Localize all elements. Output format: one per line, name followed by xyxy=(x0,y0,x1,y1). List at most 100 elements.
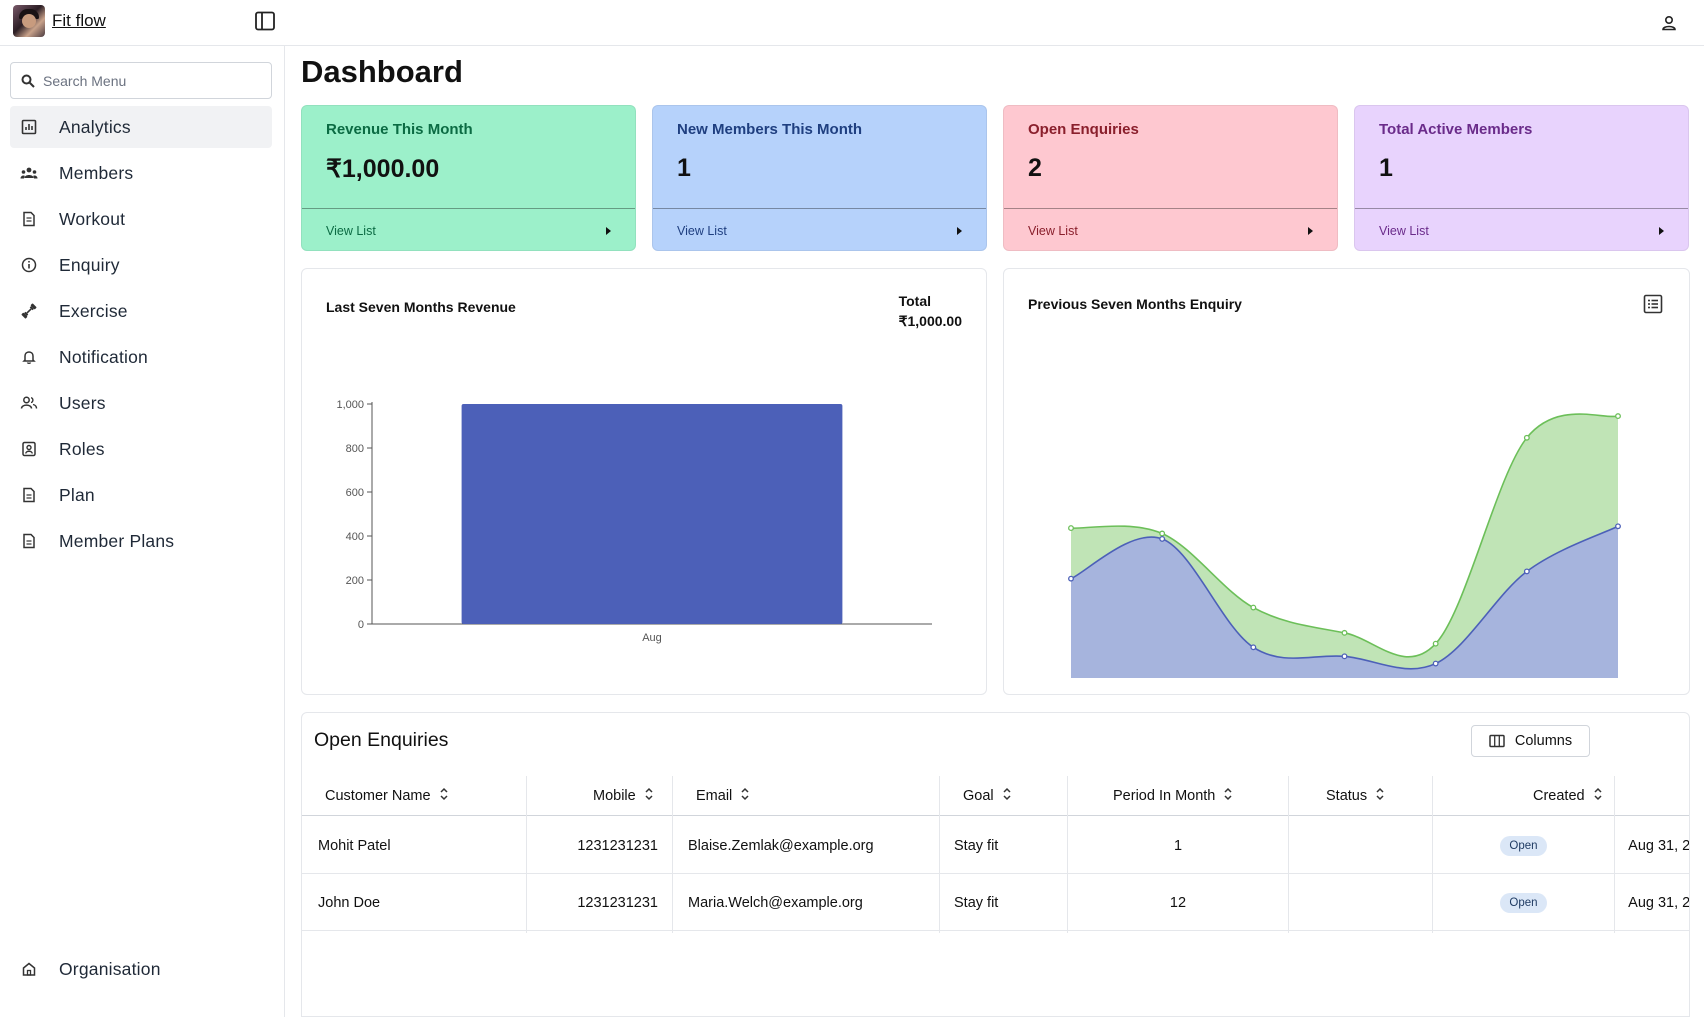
sidebar-item-label: Member Plans xyxy=(59,530,175,551)
data-point xyxy=(1159,535,1166,542)
cell-status: Open xyxy=(1433,817,1614,874)
cell-period: 1 xyxy=(1173,837,1183,854)
sidebar: Analytics Members Workout Enquiry Exerci… xyxy=(0,46,285,1017)
search-icon xyxy=(21,74,35,88)
card-title: New Members This Month xyxy=(677,121,863,138)
analytics-icon xyxy=(19,117,39,137)
sidebar-item-members[interactable]: Members xyxy=(10,152,272,194)
sidebar-item-organisation[interactable]: Organisation xyxy=(10,948,272,990)
data-point xyxy=(1068,575,1074,582)
sidebar-item-roles[interactable]: Roles xyxy=(10,428,272,470)
top-bar: Fit flow xyxy=(0,0,1704,46)
sort-icon[interactable] xyxy=(1375,787,1385,805)
sort-icon[interactable] xyxy=(644,787,654,805)
data-point xyxy=(1068,525,1074,532)
column-label: Customer Name xyxy=(325,788,431,804)
sidebar-item-users[interactable]: Users xyxy=(10,382,272,424)
cell-mobile: 1231231231 xyxy=(577,894,658,911)
data-point xyxy=(1341,629,1348,636)
cell-customer-name: Mohit Patel xyxy=(318,837,391,854)
columns-button[interactable]: Columns xyxy=(1471,725,1590,757)
col-email[interactable]: Email xyxy=(696,776,750,816)
main-content: Dashboard Revenue This Month ₹1,000.00 V… xyxy=(286,46,1704,1017)
col-customer-name[interactable]: Customer Name xyxy=(325,776,449,816)
col-status[interactable]: Status xyxy=(1326,776,1385,816)
card-value: 1 xyxy=(1379,154,1393,182)
data-point xyxy=(1250,644,1257,651)
col-created[interactable]: Created xyxy=(1533,776,1603,816)
data-point xyxy=(1615,523,1621,530)
data-point xyxy=(1615,413,1621,420)
view-list-link[interactable]: View List xyxy=(653,208,986,252)
view-list-link[interactable]: View List xyxy=(1355,208,1688,252)
view-list-link[interactable]: View List xyxy=(302,208,635,252)
sidebar-item-plan[interactable]: Plan xyxy=(10,474,272,516)
column-label: Period In Month xyxy=(1113,788,1216,804)
sort-icon[interactable] xyxy=(439,787,449,805)
data-point xyxy=(1523,568,1530,575)
sidebar-item-analytics[interactable]: Analytics xyxy=(10,106,272,148)
card-value: ₹1,000.00 xyxy=(326,155,440,183)
sidebar-item-label: Users xyxy=(59,392,106,413)
app-title-link[interactable]: Fit flow xyxy=(52,11,106,31)
sidebar-item-notification[interactable]: Notification xyxy=(10,336,272,378)
data-point xyxy=(1432,640,1439,647)
data-point xyxy=(1341,653,1348,660)
sidebar-item-label: Analytics xyxy=(59,116,131,137)
view-list-label: View List xyxy=(1379,223,1429,238)
sidebar-item-member-plans[interactable]: Member Plans xyxy=(10,520,272,562)
sidebar-item-label: Notification xyxy=(59,346,148,367)
card-title: Open Enquiries xyxy=(1028,121,1139,138)
view-list-link[interactable]: View List xyxy=(1004,208,1337,252)
user-account-icon[interactable] xyxy=(1658,12,1680,34)
active-members-card: Total Active Members 1 View List xyxy=(1354,105,1689,251)
y-tick-label: 1,000 xyxy=(336,399,364,411)
revenue-card: Revenue This Month ₹1,000.00 View List xyxy=(301,105,636,251)
cell-email: Blaise.Zemlak@example.org xyxy=(688,837,874,854)
y-tick-label: 800 xyxy=(346,443,364,455)
roles-icon xyxy=(19,439,39,459)
cell-created: Aug 31, 2024, 1:01:06 AM xyxy=(1628,894,1690,911)
table-header: Customer Name Mobile Email Goal Period I… xyxy=(302,776,1689,816)
col-period-in-month[interactable]: Period In Month xyxy=(1113,776,1233,816)
column-label: Mobile xyxy=(593,788,636,804)
table-row[interactable]: John Doe 1231231231 Maria.Welch@example.… xyxy=(302,874,1690,931)
user-avatar-logo[interactable] xyxy=(13,5,45,37)
caret-right-icon xyxy=(1308,226,1313,235)
sort-icon[interactable] xyxy=(1223,787,1233,805)
y-tick-label: 600 xyxy=(346,487,364,499)
table-row[interactable]: Mohit Patel 1231231231 Blaise.Zemlak@exa… xyxy=(302,817,1689,874)
sidebar-toggle-icon[interactable] xyxy=(254,10,276,32)
card-value: 2 xyxy=(1028,154,1042,182)
sort-icon[interactable] xyxy=(740,787,750,805)
sidebar-item-label: Enquiry xyxy=(59,254,120,275)
bell-icon xyxy=(19,347,39,367)
sort-icon[interactable] xyxy=(1593,787,1603,805)
page-title: Dashboard xyxy=(301,54,463,89)
cell-goal: Stay fit xyxy=(954,894,999,911)
search-menu[interactable] xyxy=(10,62,272,99)
open-enquiries-table: Open Enquiries Columns Customer Name Mob… xyxy=(301,712,1690,1017)
sidebar-item-workout[interactable]: Workout xyxy=(10,198,272,240)
card-value: 1 xyxy=(677,154,691,182)
enquiry-area-chart xyxy=(1068,413,1621,678)
sidebar-item-label: Organisation xyxy=(59,958,161,979)
data-point xyxy=(1523,434,1530,441)
document-icon xyxy=(19,485,39,505)
sort-icon[interactable] xyxy=(1002,787,1012,805)
sidebar-item-label: Plan xyxy=(59,484,95,505)
view-list-label: View List xyxy=(677,223,727,238)
sidebar-nav: Analytics Members Workout Enquiry Exerci… xyxy=(10,106,272,566)
col-mobile[interactable]: Mobile xyxy=(593,776,654,816)
y-tick-label: 400 xyxy=(346,531,364,543)
sidebar-item-enquiry[interactable]: Enquiry xyxy=(10,244,272,286)
sidebar-bottom: Organisation xyxy=(10,948,272,994)
caret-right-icon xyxy=(957,226,962,235)
table-title: Open Enquiries xyxy=(314,729,449,751)
y-tick-label: 200 xyxy=(346,575,364,587)
document-icon xyxy=(19,531,39,551)
sidebar-item-exercise[interactable]: Exercise xyxy=(10,290,272,332)
col-goal[interactable]: Goal xyxy=(963,776,1012,816)
cell-customer-name: John Doe xyxy=(318,894,381,911)
search-input[interactable] xyxy=(43,72,253,89)
